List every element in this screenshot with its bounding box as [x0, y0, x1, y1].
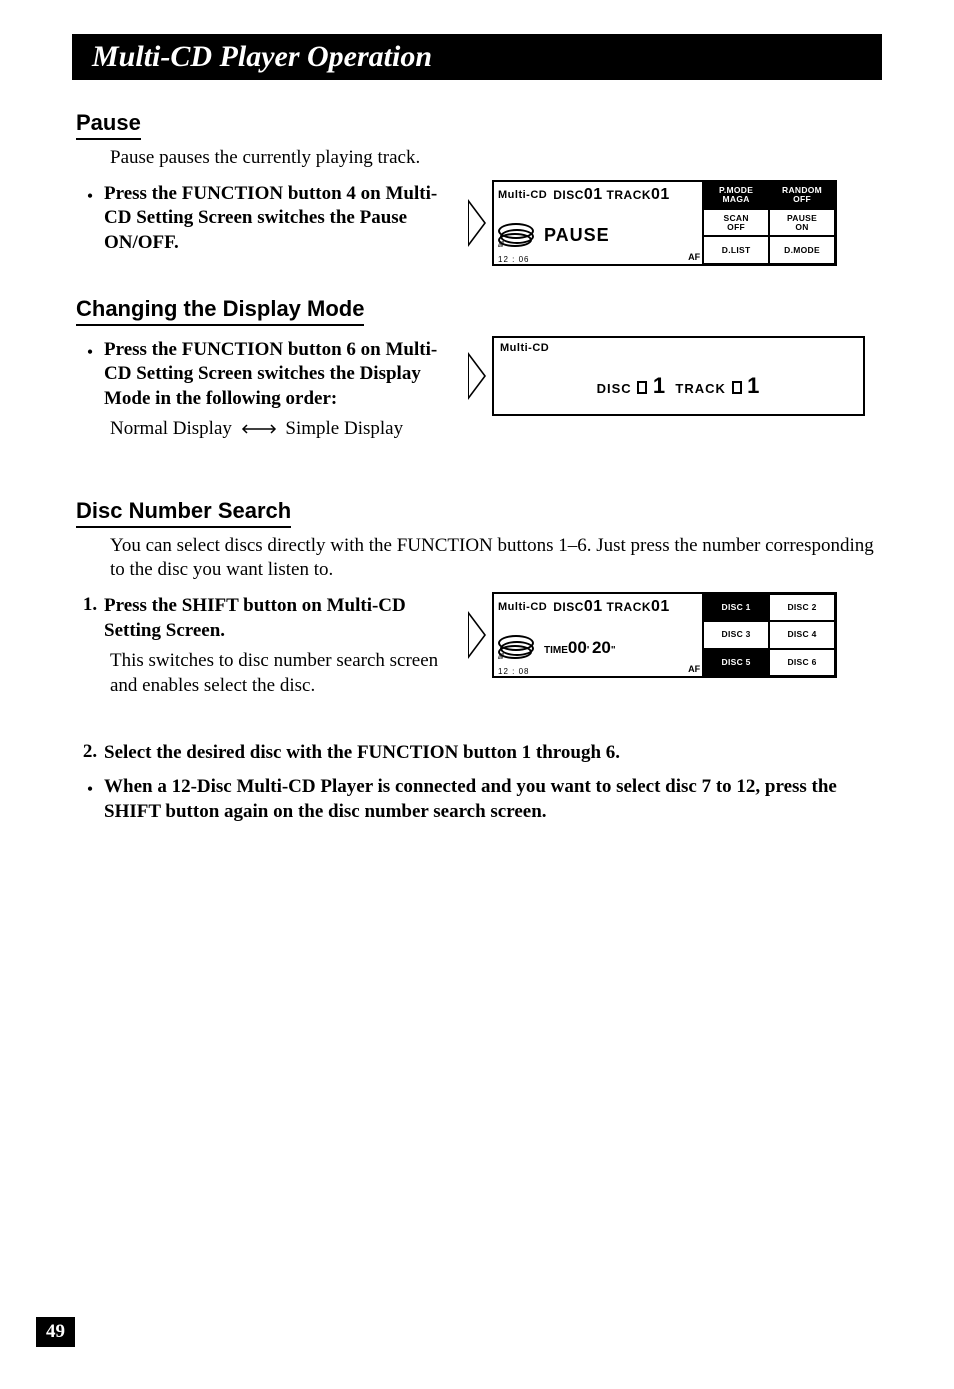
disc-track-readout: DISC01 TRACK01 [553, 598, 670, 616]
display-mode-bullet: • Press the FUNCTION button 6 on Multi-C… [76, 338, 446, 412]
bullet-dot-icon: • [76, 775, 104, 824]
softkey-dmode: D.MODE [769, 236, 835, 263]
time-label: TIME [544, 645, 568, 656]
step-number: 2. [76, 741, 104, 766]
figure-simple-screen: Multi-CD DISC 1 TRACK 1 [468, 336, 865, 416]
time-sec: 20 [592, 638, 611, 657]
disc-label: DISC [553, 600, 584, 614]
bullet-dot-icon: • [76, 182, 104, 256]
double-arrow-icon [241, 418, 277, 440]
softkey-pause: PAUSEON [769, 209, 835, 236]
digit-box-icon [732, 381, 742, 394]
softkey-disc-5: DISC 5 [703, 649, 769, 676]
softkey-disc-2: DISC 2 [769, 594, 835, 621]
disc-track-readout: DISC01 TRACK01 [553, 186, 670, 204]
page-title: Multi-CD Player Operation [92, 40, 432, 73]
step-1-title: Press the SHIFT button on Multi-CD Setti… [104, 594, 446, 643]
pause-indicator: PAUSE [544, 225, 610, 246]
track-num: 01 [651, 186, 670, 203]
source-label: Multi-CD [498, 189, 547, 201]
track-label: TRACK [607, 188, 652, 202]
track-num: 01 [651, 598, 670, 615]
step-1: 1. Press the SHIFT button on Multi-CD Se… [76, 594, 446, 643]
page-number: 49 [36, 1317, 75, 1347]
time-min: 00 [568, 638, 587, 657]
disc-num: 1 [653, 373, 666, 398]
track-label: TRACK [607, 600, 652, 614]
figure-disc-select-screen: Multi-CD DISC01 TRACK01 //// TIME00' 20" [468, 592, 837, 678]
softkey-grid: P.MODEMAGA RANDOMOFF SCANOFF PAUSEON D.L… [702, 182, 835, 264]
source-label: Multi-CD [494, 338, 863, 358]
softkey-dlist: D.LIST [703, 236, 769, 263]
softkey-disc-3: DISC 3 [703, 621, 769, 648]
pause-description: Pause pauses the currently playing track… [110, 146, 878, 170]
disc-search-note-text: When a 12-Disc Multi-CD Player is connec… [104, 775, 844, 824]
softkey-disc-6: DISC 6 [769, 649, 835, 676]
triangle-pointer-icon [468, 199, 486, 247]
display-mode-bullet-text: Press the FUNCTION button 6 on Multi-CD … [104, 338, 446, 412]
section-heading-display-mode: Changing the Display Mode [76, 296, 364, 326]
section-heading-disc-search: Disc Number Search [76, 498, 291, 528]
digit-box-icon [637, 381, 647, 394]
disc-stack-icon: //// [498, 631, 538, 665]
disc-num: 01 [584, 186, 603, 203]
clock-readout: 12 : 06 [498, 255, 529, 264]
bullet-dot-icon: • [76, 338, 104, 412]
page-title-bar: Multi-CD Player Operation [72, 34, 882, 80]
disc-search-description: You can select discs directly with the F… [110, 534, 878, 582]
pause-bullet: • Press the FUNCTION button 4 on Multi-C… [76, 182, 446, 256]
softkey-pmode: P.MODEMAGA [703, 182, 769, 209]
softkey-disc-1: DISC 1 [703, 594, 769, 621]
figure-pause-screen: Multi-CD DISC01 TRACK01 //// PAUSE 1 [468, 180, 837, 266]
af-indicator: AF [688, 252, 700, 262]
lcd-screen-pause: Multi-CD DISC01 TRACK01 //// PAUSE 1 [492, 180, 837, 266]
step-1-description: This switches to disc number search scre… [110, 649, 446, 698]
lcd-screen-disc-select: Multi-CD DISC01 TRACK01 //// TIME00' 20" [492, 592, 837, 678]
triangle-pointer-icon [468, 611, 486, 659]
softkey-grid: DISC 1 DISC 2 DISC 3 DISC 4 DISC 5 DISC … [702, 594, 835, 676]
softkey-random: RANDOMOFF [769, 182, 835, 209]
disc-label: DISC [553, 188, 584, 202]
disc-search-note: • When a 12-Disc Multi-CD Player is conn… [76, 775, 878, 824]
order-simple: Simple Display [285, 418, 403, 439]
step-number: 1. [76, 594, 104, 643]
time-readout: TIME00' 20" [544, 638, 616, 658]
simple-readout: DISC 1 TRACK 1 [597, 373, 761, 399]
disc-num: 01 [584, 598, 603, 615]
triangle-pointer-icon [468, 352, 486, 400]
source-label: Multi-CD [498, 601, 547, 613]
display-mode-order: Normal Display Simple Display [110, 418, 446, 441]
softkey-scan: SCANOFF [703, 209, 769, 236]
clock-readout: 12 : 08 [498, 667, 529, 676]
track-num: 1 [747, 373, 760, 398]
section-heading-pause: Pause [76, 110, 141, 140]
disc-label: DISC [597, 381, 632, 396]
af-indicator: AF [688, 664, 700, 674]
lcd-screen-simple: Multi-CD DISC 1 TRACK 1 [492, 336, 865, 416]
softkey-disc-4: DISC 4 [769, 621, 835, 648]
step-2: 2. Select the desired disc with the FUNC… [76, 741, 878, 766]
step-2-title: Select the desired disc with the FUNCTIO… [104, 741, 844, 766]
pause-bullet-text: Press the FUNCTION button 4 on Multi-CD … [104, 182, 446, 256]
order-normal: Normal Display [110, 418, 232, 439]
track-label: TRACK [675, 381, 726, 396]
disc-stack-icon: //// [498, 219, 538, 253]
